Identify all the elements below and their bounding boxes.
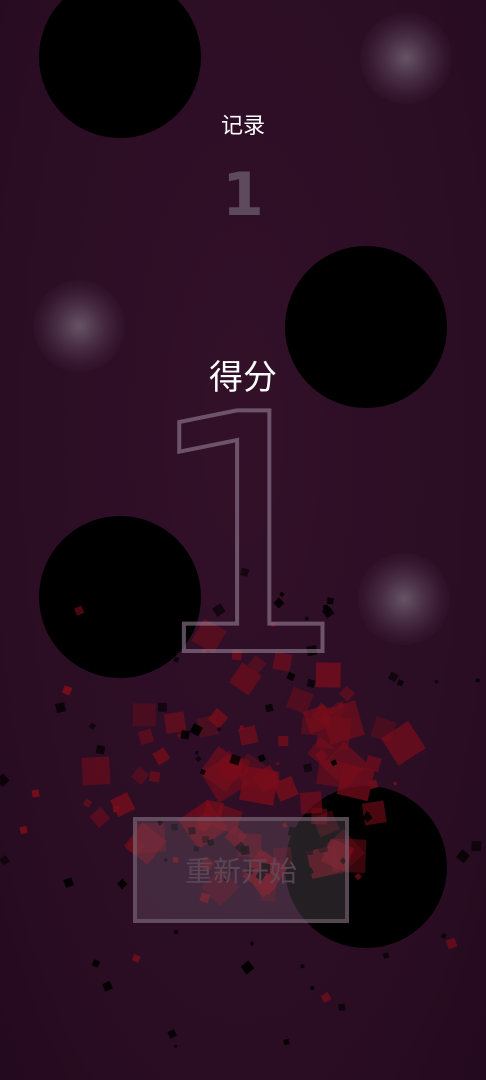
debris-fleck xyxy=(102,980,113,992)
debris-square xyxy=(130,766,150,785)
debris-fleck xyxy=(167,1029,177,1039)
debris-square xyxy=(149,770,161,783)
debris-square xyxy=(278,735,289,747)
debris-fleck xyxy=(249,941,255,946)
debris-fleck xyxy=(396,679,405,687)
debris-fleck xyxy=(91,959,101,968)
debris-fleck xyxy=(74,605,85,616)
debris-fleck xyxy=(343,805,349,811)
debris-fleck xyxy=(445,937,458,950)
debris-fleck xyxy=(338,1003,346,1012)
debris-square xyxy=(299,791,323,815)
score-value: 1 xyxy=(141,345,355,729)
debris-fleck xyxy=(173,1044,178,1049)
debris-fleck xyxy=(303,763,313,773)
debris-fleck xyxy=(300,964,305,969)
debris-square xyxy=(137,728,155,745)
game-stage[interactable]: 记录 1 得分 1 重新开始 xyxy=(0,0,486,1080)
debris-fleck xyxy=(475,678,481,683)
debris-fleck xyxy=(310,985,315,991)
debris-fleck xyxy=(180,729,190,740)
debris-fleck xyxy=(434,679,439,685)
debris-fleck xyxy=(55,702,67,714)
debris-fleck xyxy=(131,953,141,964)
debris-fleck xyxy=(425,827,430,833)
debris-fleck xyxy=(320,992,332,1003)
debris-fleck xyxy=(382,952,390,959)
debris-fleck xyxy=(456,849,471,864)
restart-button-label: 重新开始 xyxy=(184,855,297,888)
debris-fleck xyxy=(354,872,362,881)
debris-fleck xyxy=(283,1038,290,1046)
debris-fleck xyxy=(63,877,74,888)
record-label: 记录 xyxy=(220,114,265,139)
debris-fleck xyxy=(19,826,28,835)
restart-button[interactable]: 重新开始 xyxy=(133,817,349,923)
debris-fleck xyxy=(240,960,255,975)
debris-fleck xyxy=(95,744,106,755)
debris-fleck xyxy=(397,822,406,831)
debris-fleck xyxy=(0,854,10,866)
debris-fleck xyxy=(275,761,280,766)
debris-fleck xyxy=(195,751,199,755)
debris-fleck xyxy=(112,805,120,813)
debris-fleck xyxy=(0,773,10,787)
debris-fleck xyxy=(471,841,482,852)
debris-fleck xyxy=(440,932,447,940)
debris-fleck xyxy=(88,606,94,612)
debris-fleck xyxy=(88,722,97,730)
debris-fleck xyxy=(387,671,399,683)
debris-fleck xyxy=(174,930,178,934)
debris-fleck xyxy=(31,789,40,798)
debris-fleck xyxy=(61,685,73,696)
debris-fleck xyxy=(393,781,398,786)
record-value: 1 xyxy=(222,160,264,230)
debris-square xyxy=(81,756,111,786)
debris-square xyxy=(89,806,111,828)
debris-square xyxy=(152,747,171,766)
debris-fleck xyxy=(350,926,360,937)
debris-fleck xyxy=(82,798,93,808)
debris-fleck xyxy=(366,887,375,896)
debris-fleck xyxy=(117,878,128,890)
debris-square xyxy=(110,792,136,818)
debris-fleck xyxy=(194,755,202,763)
debris-fleck xyxy=(411,824,423,835)
